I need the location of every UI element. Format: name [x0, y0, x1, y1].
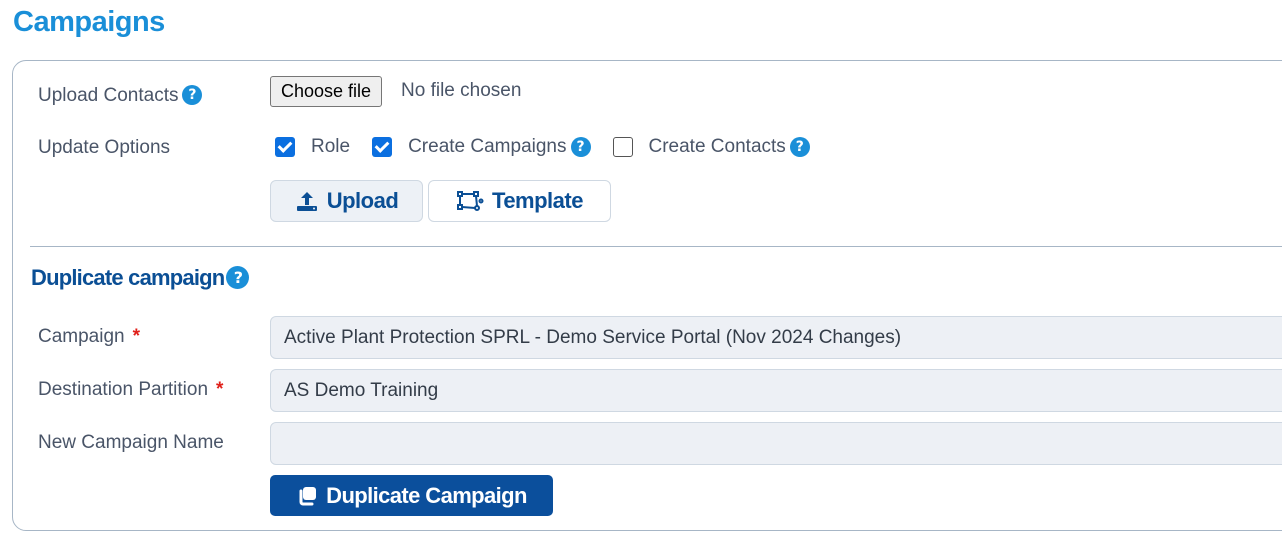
file-status: No file chosen: [401, 80, 522, 101]
upload-button-label: Upload: [326, 188, 399, 213]
upload-button[interactable]: Upload: [270, 180, 423, 222]
template-button-label: Template: [492, 188, 583, 213]
role-checkbox[interactable]: [275, 137, 295, 157]
help-icon[interactable]: ?: [226, 266, 250, 289]
upload-contacts-label: Upload Contacts?: [38, 85, 203, 107]
duplicate-campaign-title: Duplicate campaign: [31, 265, 225, 290]
update-options-group: Role Create Campaigns ? Create Contacts …: [275, 136, 832, 158]
destination-partition-label-text: Destination Partition: [38, 379, 209, 400]
upload-icon: [296, 192, 317, 211]
option-create-contacts[interactable]: Create Contacts ?: [612, 136, 810, 158]
help-icon[interactable]: ?: [182, 85, 203, 105]
campaigns-card: Upload Contacts? Choose file No file cho…: [12, 60, 1282, 531]
new-campaign-name-label: New Campaign Name: [38, 432, 224, 453]
role-label: Role: [311, 136, 351, 157]
duplicate-campaign-button-label: Duplicate Campaign: [326, 482, 527, 508]
create-campaigns-checkbox[interactable]: [372, 137, 393, 157]
section-divider: [30, 246, 1282, 247]
create-campaigns-label: Create Campaigns: [408, 136, 567, 157]
help-icon[interactable]: ?: [570, 137, 591, 157]
update-options-label: Update Options: [38, 137, 171, 158]
required-marker: *: [132, 326, 141, 347]
new-campaign-name-input[interactable]: [270, 422, 1282, 465]
duplicate-campaign-heading: Duplicate campaign?: [31, 265, 250, 291]
help-icon[interactable]: ?: [789, 137, 810, 157]
choose-file-button[interactable]: Choose file: [270, 76, 383, 107]
create-contacts-checkbox[interactable]: [612, 137, 633, 157]
page-title: Campaigns: [13, 6, 165, 38]
destination-partition-select[interactable]: AS Demo Training: [270, 369, 1282, 412]
campaign-label-text: Campaign: [38, 326, 125, 347]
upload-contacts-text: Upload Contacts: [38, 85, 179, 106]
template-icon: [457, 191, 484, 211]
create-contacts-label: Create Contacts: [648, 136, 786, 157]
required-marker: *: [216, 379, 224, 400]
destination-partition-label: Destination Partition *: [38, 379, 223, 401]
campaign-select[interactable]: Active Plant Protection SPRL - Demo Serv…: [270, 316, 1282, 359]
duplicate-campaign-button[interactable]: Duplicate Campaign: [270, 475, 553, 516]
template-button[interactable]: Template: [428, 180, 611, 222]
option-role[interactable]: Role: [275, 136, 350, 158]
option-create-campaigns[interactable]: Create Campaigns ?: [372, 136, 591, 158]
campaign-label: Campaign *: [38, 326, 140, 348]
copy-icon: [299, 486, 317, 505]
